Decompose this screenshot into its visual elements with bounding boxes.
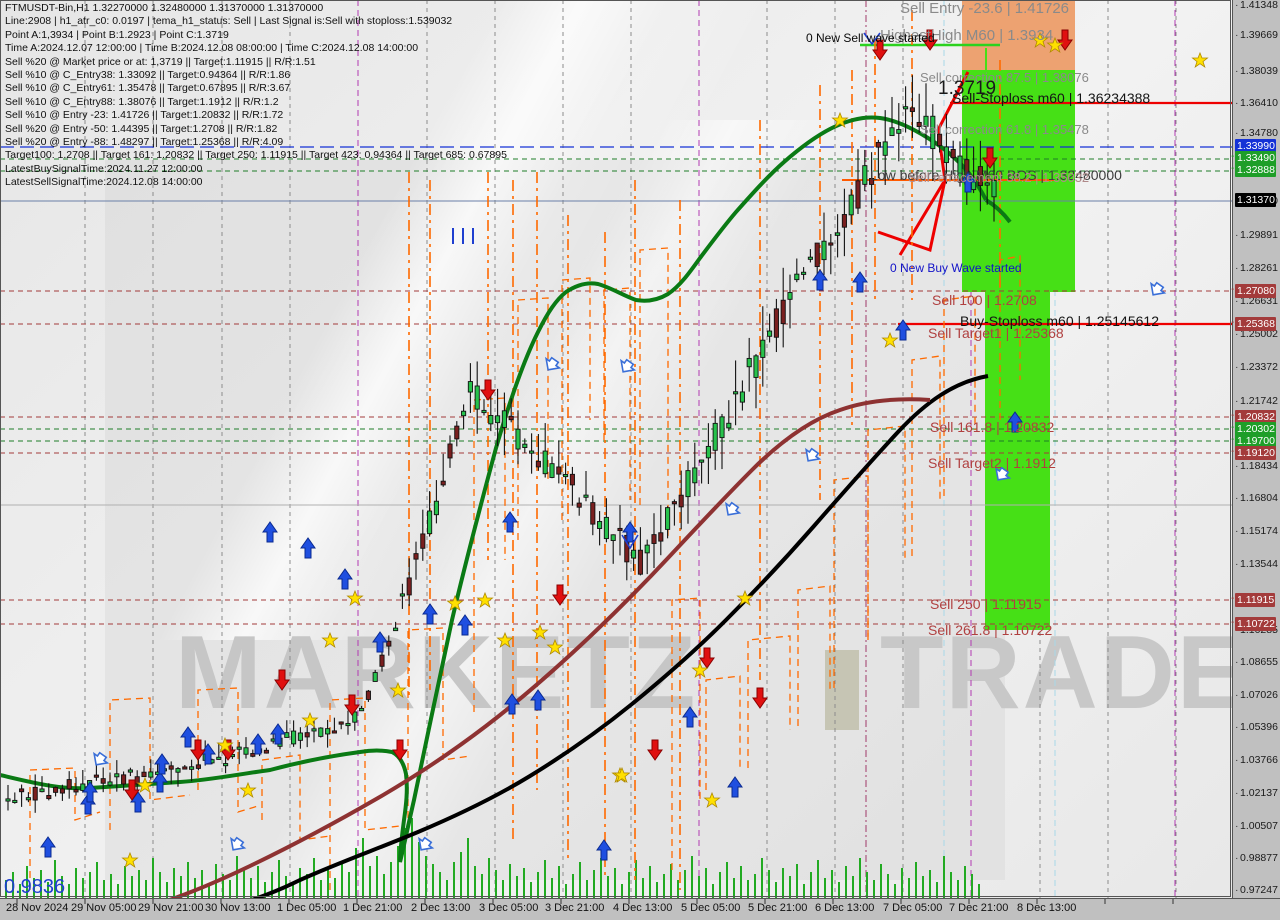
header-line-10: Sell %20 @ Entry -88: 1.48297 || Target:… — [5, 136, 284, 149]
header-line-12: LatestBuySignalTime:2024.11.27 12:00:00 — [5, 162, 203, 175]
price-level-dash: - — [1231, 422, 1235, 433]
chart-info-header: FTMUSDT-Bin,H1 1.32270000 1.32480000 1.3… — [5, 2, 507, 190]
price-axis[interactable]: · 1.41348 · 1.39669 · 1.38039 · 1.36410 · 1.34780… — [1231, 0, 1280, 898]
price-level-label[interactable]: 1.31370 — [1235, 193, 1276, 207]
price-tick: · 1.07026 — [1235, 689, 1278, 701]
annotation-sell-250: Sell 250 | 1.11915 — [930, 596, 1042, 612]
annotation-sell-161-8: Sell 161.8 | 1.20832 — [930, 419, 1055, 435]
price-level-label[interactable]: 1.32888 — [1235, 163, 1276, 177]
header-line-6: Sell %10 @ C_Entry61: 1.35478 || Target:… — [5, 82, 291, 95]
annotation-sell-correction-618: Sell correction 61.8 | 1.35478 — [920, 122, 1089, 137]
price-level-dash: - — [1231, 163, 1235, 174]
price-tick: · 1.02137 — [1235, 787, 1278, 799]
price-tick: · 1.41348 — [1235, 0, 1278, 11]
price-level-dash: - — [1231, 317, 1235, 328]
header-line-4: Sell %20 @ Market price or at: 1,3719 ||… — [5, 55, 316, 68]
price-tick: · 1.39669 — [1235, 29, 1278, 41]
price-level-label[interactable]: 1.19120 — [1235, 446, 1276, 460]
price-tick: · 1.36410 — [1235, 97, 1278, 109]
price-tick: · 1.08655 — [1235, 656, 1278, 668]
chart-window[interactable]: MARKETZ TRADE Sell Entry -23.6 | 1.41726… — [0, 0, 1280, 920]
header-line-2: Point A:1,3934 | Point B:1.2923 | Point … — [5, 28, 229, 41]
header-line-9: Sell %20 @ Entry -50: 1.44395 || Target:… — [5, 122, 278, 135]
annotation-new-buy-wave-started: 0 New Buy Wave started — [890, 261, 1022, 275]
header-line-5: Sell %10 @ C_Entry38: 1.33092 || Target:… — [5, 69, 291, 82]
price-level-dash: - — [1231, 617, 1235, 628]
annotation-new-sell-wave-started: 0 New Sell wave started — [806, 31, 935, 45]
price-tick: · 0.98877 — [1235, 852, 1278, 864]
price-level-label[interactable]: 1.10722 — [1235, 617, 1276, 631]
price-level-dash: - — [1231, 446, 1235, 457]
price-tick: · 1.13544 — [1235, 558, 1278, 570]
price-tick: · 1.23372 — [1235, 361, 1278, 373]
header-line-7: Sell %10 @ C_Entry88: 1.38076 || Target:… — [5, 95, 279, 108]
price-tick: · 1.29891 — [1235, 229, 1278, 241]
price-tick: · 0.97247 — [1235, 884, 1278, 896]
price-tick: · 1.00507 — [1235, 820, 1278, 832]
price-level-label[interactable]: 1.27080 — [1235, 284, 1276, 298]
price-tick: · 1.05396 — [1235, 721, 1278, 733]
annotation-sell-stoploss-m60: Sell-Stoploss m60 | 1.36234388 — [952, 90, 1151, 106]
header-line-3: Time A:2024.12.07 12:00:00 | Time B:2024… — [5, 42, 419, 55]
annotation-sell-261-8: Sell 261.8 | 1.10722 — [928, 622, 1053, 638]
price-level-dash: - — [1231, 284, 1235, 295]
header-line-8: Sell %10 @ Entry -23: 1.41726 || Target:… — [5, 109, 284, 122]
header-line-0: FTMUSDT-Bin,H1 1.32270000 1.32480000 1.3… — [5, 2, 324, 14]
annotation-sell-entry-236: Sell Entry -23.6 | 1.41726 — [900, 0, 1069, 17]
price-level-label[interactable]: 1.25368 — [1235, 317, 1276, 331]
price-level-dash: - — [1231, 593, 1235, 604]
price-level-dash: - — [1231, 410, 1235, 421]
v-marker-icon — [621, 534, 639, 550]
price-tick: · 1.03766 — [1235, 754, 1278, 766]
low-price-label: 0.9836 — [4, 876, 66, 898]
header-line-13: LatestSellSignalTime:2024.12.08 14:00:00 — [5, 176, 203, 189]
price-tick: · 1.34780 — [1235, 127, 1278, 139]
price-tick: · 1.28261 — [1235, 262, 1278, 274]
time-axis[interactable]: 28 Nov 2024 29 Nov 05:00 29 Nov 21:00 30 No… — [0, 898, 1280, 920]
price-level-dash: - — [1231, 151, 1235, 162]
annotation-sell-target2: Sell Target2 | 1.1912 — [928, 455, 1056, 471]
price-level-label[interactable]: 1.11915 — [1235, 593, 1276, 607]
annotation-sell-retracement-382: Sell retracement 38.2 | 1.35032 — [908, 170, 1090, 185]
price-tick: · 1.38039 — [1235, 65, 1278, 77]
price-chart-plot[interactable]: MARKETZ TRADE Sell Entry -23.6 | 1.41726… — [0, 0, 1233, 899]
annotation-sell-100: Sell 100 | 1.2708 — [932, 292, 1037, 308]
price-tick: · 1.15174 — [1235, 525, 1278, 537]
header-line-1: Line:2908 | h1_atr_c0: 0.0197 | tema_h1_… — [5, 15, 453, 28]
price-tick: · 1.18434 — [1235, 460, 1278, 472]
price-tick: · 1.21742 — [1235, 395, 1278, 407]
price-tick: · 1.16804 — [1235, 492, 1278, 504]
price-level-dash: - — [1231, 434, 1235, 445]
header-line-11: Target100: 1.2708 || Target 161: 1.20832… — [5, 149, 507, 162]
annotation-sell-target1: Sell Target1 | 1.25368 — [928, 325, 1064, 341]
